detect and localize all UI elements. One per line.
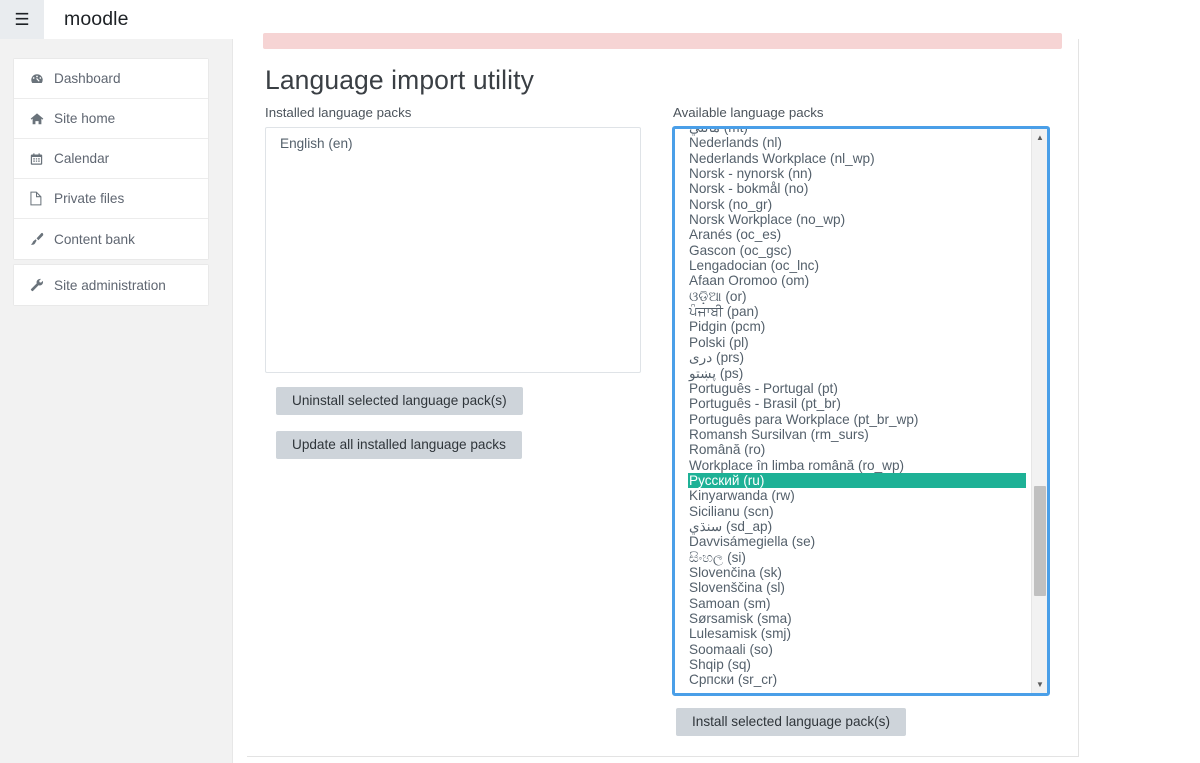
list-item[interactable]: Workplace în limba română (ro_wp) [689, 458, 1023, 473]
sidebar-item-calendar[interactable]: Calendar [14, 139, 208, 179]
list-item[interactable]: Slovenščina (sl) [689, 580, 1023, 595]
list-item[interactable]: සිංහල (si) [689, 550, 1023, 565]
available-packs-label: Available language packs [673, 105, 824, 120]
list-item[interactable]: Polski (pl) [689, 335, 1023, 350]
available-packs-viewport: مالتي (mt)Nederlands (nl)Nederlands Work… [675, 129, 1047, 693]
calendar-icon [30, 152, 49, 166]
sidebar: Dashboard Site home Calendar [0, 39, 233, 763]
home-icon [30, 112, 49, 126]
list-item[interactable]: Sicilianu (scn) [689, 504, 1023, 519]
sidebar-item-label: Private files [54, 191, 124, 206]
sidebar-item-site-home[interactable]: Site home [14, 99, 208, 139]
list-item[interactable]: English (en) [266, 134, 640, 153]
sidebar-item-label: Dashboard [54, 71, 121, 86]
sidebar-admin-nav: Site administration [13, 264, 209, 306]
list-item[interactable]: Shqip (sq) [689, 657, 1023, 672]
list-item[interactable]: Sørsamisk (sma) [689, 611, 1023, 626]
list-item[interactable]: دری (prs) [689, 350, 1023, 365]
list-item[interactable]: Afaan Oromoo (om) [689, 273, 1023, 288]
list-item[interactable]: Norsk - nynorsk (nn) [689, 166, 1023, 181]
sidebar-item-label: Site home [54, 111, 115, 126]
sidebar-item-label: Content bank [54, 232, 135, 247]
sidebar-primary-nav: Dashboard Site home Calendar [13, 58, 209, 260]
install-selected-button[interactable]: Install selected language pack(s) [676, 708, 906, 736]
right-gutter [1080, 39, 1200, 763]
list-item[interactable]: ଓଡ଼ିଆ (or) [689, 289, 1023, 304]
installed-packs-label: Installed language packs [265, 105, 411, 120]
installed-packs-listbox[interactable]: English (en) [265, 127, 641, 373]
hamburger-icon[interactable]: ☰ [0, 0, 44, 39]
list-item[interactable]: Kinyarwanda (rw) [689, 488, 1023, 503]
main-content: Language import utility Installed langua… [247, 39, 1079, 757]
sidebar-item-site-administration[interactable]: Site administration [14, 265, 208, 305]
page-title: Language import utility [265, 65, 534, 96]
available-packs-scrollbar[interactable]: ▲ ▼ [1031, 129, 1047, 693]
list-item[interactable]: Lengadocian (oc_lnc) [689, 258, 1023, 273]
list-item[interactable]: Davvisámegiella (se) [689, 534, 1023, 549]
list-item[interactable]: Samoan (sm) [689, 596, 1023, 611]
list-item[interactable]: Română (ro) [689, 442, 1023, 457]
list-item[interactable]: پښتو (ps) [689, 366, 1023, 381]
list-item[interactable]: Lulesamisk (smj) [689, 626, 1023, 641]
paint-brush-icon [30, 232, 49, 246]
list-item[interactable]: Norsk - bokmål (no) [689, 181, 1023, 196]
sidebar-item-dashboard[interactable]: Dashboard [14, 59, 208, 99]
brand-logo[interactable]: moodle [64, 8, 129, 31]
uninstall-selected-button[interactable]: Uninstall selected language pack(s) [276, 387, 523, 415]
update-all-button[interactable]: Update all installed language packs [276, 431, 522, 459]
sidebar-item-content-bank[interactable]: Content bank [14, 219, 208, 259]
wrench-icon [30, 278, 49, 292]
sidebar-item-label: Calendar [54, 151, 109, 166]
list-item[interactable]: Português para Workplace (pt_br_wp) [689, 412, 1023, 427]
sidebar-item-label: Site administration [54, 278, 166, 293]
list-item[interactable]: ਪੰਜਾਬੀ (pan) [689, 304, 1023, 319]
list-item[interactable]: Norsk (no_gr) [689, 197, 1023, 212]
list-item[interactable]: Nederlands (nl) [689, 135, 1023, 150]
list-item[interactable]: Português - Portugal (pt) [689, 381, 1023, 396]
hamburger-glyph: ☰ [14, 11, 31, 28]
scrollbar-thumb[interactable] [1034, 486, 1046, 596]
page-body: Dashboard Site home Calendar [0, 39, 1200, 763]
list-item[interactable]: سنڌي (sd_ap) [689, 519, 1023, 534]
list-item[interactable]: Romansh Sursilvan (rm_surs) [689, 427, 1023, 442]
list-item[interactable]: Slovenčina (sk) [689, 565, 1023, 580]
list-item[interactable]: Soomaali (so) [689, 642, 1023, 657]
tachometer-icon [30, 72, 49, 86]
sidebar-item-private-files[interactable]: Private files [14, 179, 208, 219]
available-packs-listbox[interactable]: مالتي (mt)Nederlands (nl)Nederlands Work… [672, 126, 1050, 696]
list-item[interactable]: Gascon (oc_gsc) [689, 243, 1023, 258]
file-icon [30, 191, 49, 206]
list-item[interactable]: Norsk Workplace (no_wp) [689, 212, 1023, 227]
list-item[interactable]: Português - Brasil (pt_br) [689, 396, 1023, 411]
list-item[interactable]: Српски (sr_cr) [689, 672, 1023, 687]
scroll-down-arrow-icon[interactable]: ▼ [1032, 677, 1047, 692]
list-item-selected[interactable]: Русский (ru) [688, 473, 1026, 488]
alert-banner [263, 33, 1062, 49]
scroll-up-arrow-icon[interactable]: ▲ [1032, 130, 1047, 145]
available-packs-options: مالتي (mt)Nederlands (nl)Nederlands Work… [675, 129, 1023, 688]
list-item[interactable]: Pidgin (pcm) [689, 319, 1023, 334]
list-item[interactable]: Nederlands Workplace (nl_wp) [689, 151, 1023, 166]
list-item[interactable]: Aranés (oc_es) [689, 227, 1023, 242]
